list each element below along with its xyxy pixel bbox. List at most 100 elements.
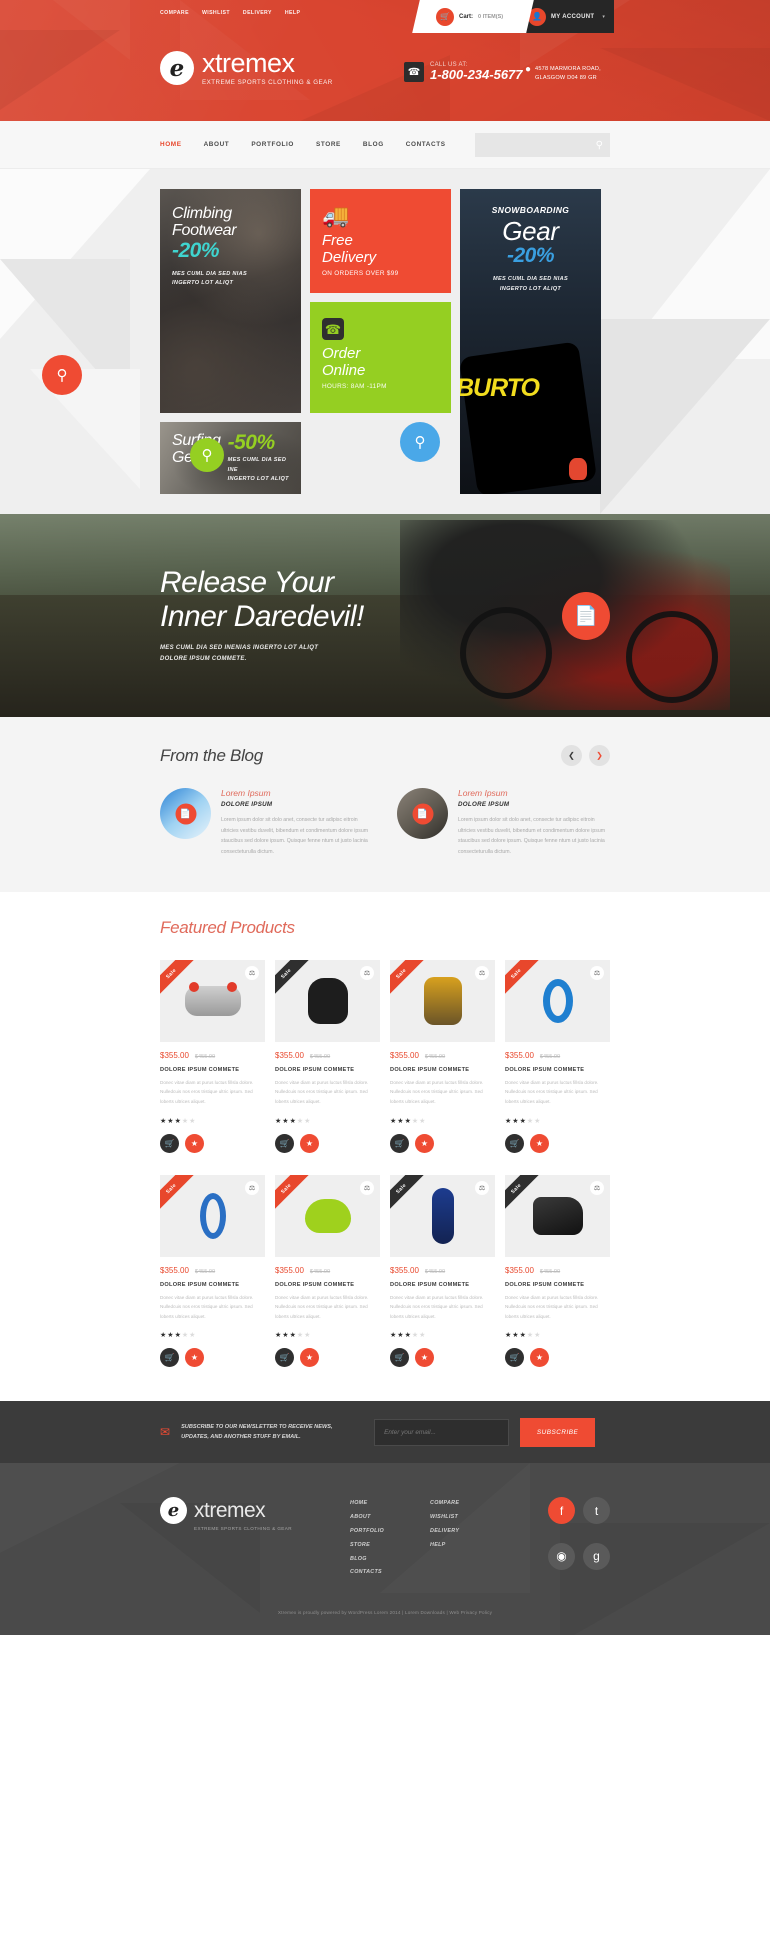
add-to-cart-button[interactable]: 🛒 (275, 1348, 294, 1368)
nav-item-about[interactable]: ABOUT (204, 141, 230, 148)
product-card[interactable]: Sale ⚖ $355.00 $455.00 DOLORE IPSUM COMM… (160, 1174, 265, 1368)
compare-icon[interactable]: ⚖ (360, 965, 374, 980)
add-to-wishlist-button[interactable]: ★ (300, 1133, 319, 1153)
promo-tile-free-delivery[interactable]: 🚚 Free Delivery ON ORDERS OVER $99 (310, 189, 451, 293)
promo-tile-surfing[interactable]: Surfing Gear -50% MES CUML DIA SED INE I… (160, 422, 301, 494)
blog-post-title[interactable]: Lorem Ipsum (221, 788, 373, 798)
product-image[interactable]: Sale ⚖ (275, 1174, 380, 1257)
facebook-icon[interactable]: f (548, 1497, 575, 1525)
blog-next-button[interactable]: ❯ (589, 745, 610, 766)
instagram-icon[interactable]: ◉ (548, 1542, 575, 1570)
product-card[interactable]: Sale ⚖ $355.00 $455.00 DOLORE IPSUM COMM… (505, 959, 610, 1153)
add-to-cart-button[interactable]: 🛒 (160, 1348, 179, 1368)
add-to-wishlist-button[interactable]: ★ (530, 1348, 549, 1368)
nav-item-blog[interactable]: BLOG (363, 141, 384, 148)
product-card[interactable]: Sale ⚖ $355.00 $455.00 DOLORE IPSUM COMM… (390, 1174, 495, 1368)
footer-link-delivery[interactable]: DELIVERY (430, 1525, 510, 1539)
footer-link-about[interactable]: ABOUT (350, 1511, 430, 1525)
footer-link-blog[interactable]: BLOG (350, 1553, 430, 1567)
product-name[interactable]: DOLORE IPSUM COMMETE (275, 1067, 380, 1073)
blog-post-title[interactable]: Lorem Ipsum (458, 788, 610, 798)
add-to-wishlist-button[interactable]: ★ (300, 1348, 319, 1368)
product-art (423, 976, 462, 1025)
search-input[interactable]: ⚲ (475, 133, 610, 157)
add-to-wishlist-button[interactable]: ★ (185, 1133, 204, 1153)
product-card[interactable]: Sale ⚖ $355.00 $455.00 DOLORE IPSUM COMM… (390, 959, 495, 1153)
promo-tile-order-online[interactable]: ☎ Order Online HOURS: 8AM -11PM (310, 302, 451, 413)
add-to-cart-button[interactable]: 🛒 (505, 1348, 524, 1368)
compare-icon[interactable]: ⚖ (245, 965, 259, 980)
nav-item-store[interactable]: STORE (316, 141, 341, 148)
compare-icon[interactable]: ⚖ (475, 1180, 489, 1195)
newsletter-email-input[interactable] (374, 1418, 510, 1446)
product-card[interactable]: Sale ⚖ $355.00 $455.00 DOLORE IPSUM COMM… (275, 959, 380, 1153)
add-to-cart-button[interactable]: 🛒 (390, 1348, 409, 1368)
blog-post-item[interactable]: 📄 Lorem Ipsum DOLORE IPSUM Lorem ipsum d… (160, 788, 373, 858)
product-image[interactable]: Sale ⚖ (505, 959, 610, 1042)
product-name[interactable]: DOLORE IPSUM COMMETE (160, 1282, 265, 1288)
utility-link-compare[interactable]: COMPARE (160, 10, 189, 16)
hero-heading-line-2: Inner Daredevil! (160, 599, 364, 633)
footer-link-wishlist[interactable]: WISHLIST (430, 1511, 510, 1525)
product-name[interactable]: DOLORE IPSUM COMMETE (160, 1067, 265, 1073)
promo-tile-snowboarding[interactable]: BURTO SNOWBOARDING Gear -20% MES CUML DI… (460, 189, 601, 494)
nav-item-portfolio[interactable]: PORTFOLIO (251, 141, 294, 148)
footer-link-compare[interactable]: COMPARE (430, 1497, 510, 1511)
snowboarding-discount: -20% (506, 244, 555, 268)
blog-post-thumbnail[interactable]: 📄 (160, 788, 211, 839)
twitter-icon[interactable]: t (583, 1497, 610, 1525)
footer-link-store[interactable]: STORE (350, 1539, 430, 1553)
google-plus-icon[interactable]: g (583, 1542, 610, 1570)
blog-post-thumbnail[interactable]: 📄 (397, 788, 448, 839)
product-name[interactable]: DOLORE IPSUM COMMETE (505, 1282, 610, 1288)
surfing-search-button[interactable]: ⚲ (190, 438, 224, 472)
add-to-cart-button[interactable]: 🛒 (160, 1133, 179, 1153)
phone-number[interactable]: 1-800-234-5677 (430, 67, 523, 82)
snowboarding-search-button[interactable]: ⚲ (400, 422, 440, 462)
footer-link-contacts[interactable]: CONTACTS (350, 1566, 430, 1580)
compare-icon[interactable]: ⚖ (245, 1180, 259, 1195)
product-card[interactable]: Sale ⚖ $355.00 $455.00 DOLORE IPSUM COMM… (275, 1174, 380, 1368)
product-image[interactable]: Sale ⚖ (390, 959, 495, 1042)
add-to-cart-button[interactable]: 🛒 (505, 1133, 524, 1153)
add-to-cart-button[interactable]: 🛒 (275, 1133, 294, 1153)
search-icon[interactable]: ⚲ (596, 140, 603, 151)
product-card[interactable]: Sale ⚖ $355.00 $455.00 DOLORE IPSUM COMM… (160, 959, 265, 1153)
compare-icon[interactable]: ⚖ (475, 965, 489, 980)
add-to-wishlist-button[interactable]: ★ (415, 1133, 434, 1153)
product-name[interactable]: DOLORE IPSUM COMMETE (390, 1067, 495, 1073)
compare-icon[interactable]: ⚖ (360, 1180, 374, 1195)
product-name[interactable]: DOLORE IPSUM COMMETE (505, 1067, 610, 1073)
nav-item-contacts[interactable]: CONTACTS (406, 141, 446, 148)
promo-tile-climbing[interactable]: Climbing Footwear -20% MES CUML DIA SED … (160, 189, 301, 413)
compare-icon[interactable]: ⚖ (590, 1180, 604, 1195)
footer-link-portfolio[interactable]: PORTFOLIO (350, 1525, 430, 1539)
utility-link-delivery[interactable]: DELIVERY (243, 10, 272, 16)
product-name[interactable]: DOLORE IPSUM COMMETE (275, 1282, 380, 1288)
hero-read-more-button[interactable]: 📄 (562, 592, 610, 640)
footer-brand[interactable]: e xtremex EXTREME SPORTS CLOTHING & GEAR (160, 1497, 350, 1580)
brand-logo-link[interactable]: e xtremex EXTREME SPORTS CLOTHING & GEAR (160, 50, 333, 86)
product-image[interactable]: Sale ⚖ (275, 959, 380, 1042)
footer-link-home[interactable]: HOME (350, 1497, 430, 1511)
product-image[interactable]: Sale ⚖ (505, 1174, 610, 1257)
climbing-search-button[interactable]: ⚲ (42, 355, 82, 395)
compare-icon[interactable]: ⚖ (590, 965, 604, 980)
blog-post-item[interactable]: 📄 Lorem Ipsum DOLORE IPSUM Lorem ipsum d… (397, 788, 610, 858)
add-to-cart-button[interactable]: 🛒 (390, 1133, 409, 1153)
product-image[interactable]: Sale ⚖ (390, 1174, 495, 1257)
cart-button[interactable]: 🛒 Cart: 0 ITEM(S) (412, 0, 534, 33)
add-to-wishlist-button[interactable]: ★ (185, 1348, 204, 1368)
blog-prev-button[interactable]: ❮ (561, 745, 582, 766)
product-image[interactable]: Sale ⚖ (160, 959, 265, 1042)
nav-item-home[interactable]: HOME (160, 141, 182, 148)
footer-link-help[interactable]: HELP (430, 1539, 510, 1553)
product-image[interactable]: Sale ⚖ (160, 1174, 265, 1257)
utility-link-wishlist[interactable]: WISHLIST (202, 10, 230, 16)
add-to-wishlist-button[interactable]: ★ (415, 1348, 434, 1368)
product-name[interactable]: DOLORE IPSUM COMMETE (390, 1282, 495, 1288)
product-card[interactable]: Sale ⚖ $355.00 $455.00 DOLORE IPSUM COMM… (505, 1174, 610, 1368)
newsletter-subscribe-button[interactable]: SUBSCRIBE (520, 1417, 596, 1447)
add-to-wishlist-button[interactable]: ★ (530, 1133, 549, 1153)
utility-link-help[interactable]: HELP (285, 10, 300, 16)
